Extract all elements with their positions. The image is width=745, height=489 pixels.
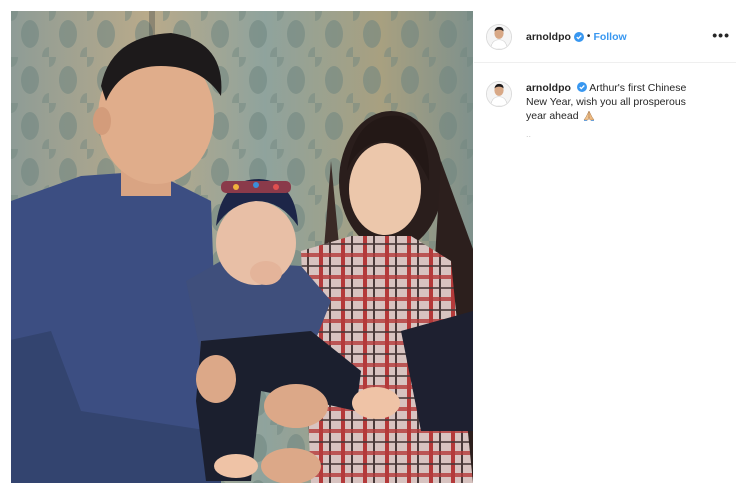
separator-dot: •: [586, 31, 591, 42]
verified-badge-icon: [576, 82, 587, 92]
caption-username[interactable]: arnoldpo: [526, 82, 571, 94]
post-sidebar: arnoldpo • Follow ••• arnoldpo Arthur's …: [474, 11, 736, 483]
header-username[interactable]: arnoldpo: [526, 31, 571, 43]
caption-trailing: ..: [526, 129, 532, 139]
user-avatar-image: [487, 24, 511, 49]
user-avatar-image: [487, 82, 511, 106]
post-photo[interactable]: [11, 11, 473, 483]
instagram-post: arnoldpo • Follow ••• arnoldpo Arthur's …: [0, 0, 745, 489]
caption-comment: arnoldpo Arthur's first Chinese New Year…: [474, 63, 736, 123]
caption-body: arnoldpo Arthur's first Chinese New Year…: [526, 81, 706, 123]
caption-avatar[interactable]: [486, 81, 512, 107]
avatar[interactable]: [486, 23, 512, 50]
more-options-icon[interactable]: •••: [712, 28, 730, 42]
folded-hands-icon: [583, 110, 595, 121]
family-photo-image: [11, 11, 473, 483]
post-header: arnoldpo • Follow •••: [474, 11, 736, 63]
verified-badge-icon: [573, 31, 584, 42]
follow-button[interactable]: Follow: [593, 31, 626, 43]
